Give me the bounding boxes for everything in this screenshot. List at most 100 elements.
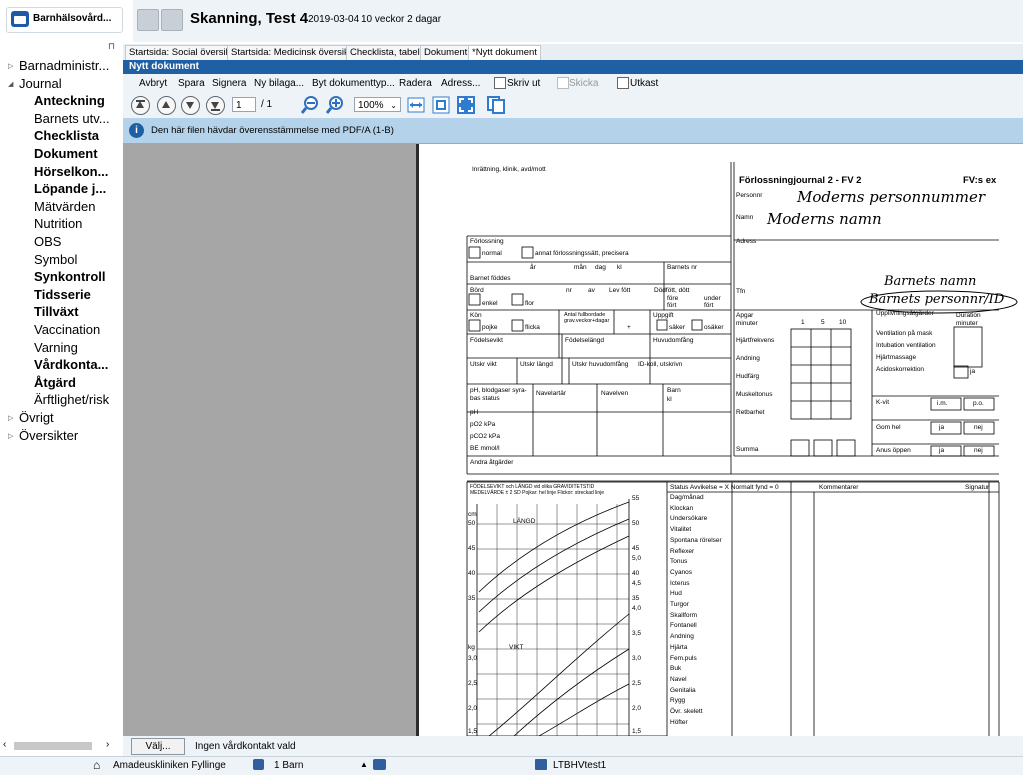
fit-page-icon[interactable]	[432, 96, 450, 114]
sidebar-item[interactable]: Översikter	[19, 428, 78, 443]
doc-label: Gom hel	[876, 424, 901, 431]
scroll-left-icon[interactable]: ‹	[3, 739, 6, 750]
sidebar-item[interactable]: Checklista	[34, 128, 99, 143]
doc-status-signature: Signatur	[965, 484, 990, 491]
doc-status-comments: Kommentarer	[819, 484, 859, 491]
print-checkbox[interactable]	[494, 77, 506, 89]
doc-label: Utskr huvudomfång	[572, 361, 629, 368]
sign-button[interactable]: Signera	[212, 78, 246, 89]
doc-chart-tick: 1,5	[468, 728, 478, 735]
full-screen-icon[interactable]	[457, 96, 475, 114]
sidebar-item[interactable]: Mätvärden	[34, 199, 95, 214]
sidebar-item[interactable]: Journal	[19, 76, 62, 91]
first-page-icon[interactable]	[131, 96, 150, 115]
new-attachment-button[interactable]: Ny bilaga...	[254, 78, 304, 89]
doc-status-item: Tonus	[670, 558, 688, 566]
zoom-out-icon[interactable]	[301, 96, 319, 114]
sidebar-item[interactable]: Hörselkon...	[34, 164, 108, 179]
sidebar-item[interactable]: Övrigt	[19, 410, 54, 425]
doc-label: Antal fullbordade grav.veckor+dagar	[564, 312, 610, 324]
expanded-icon[interactable]: ◢	[8, 80, 13, 88]
address-button[interactable]: Adress...	[441, 78, 480, 89]
clinic-label[interactable]: Amadeuskliniken Fyllinge	[113, 760, 226, 771]
patient-birthdate: 2019-03-04	[308, 14, 360, 25]
chevron-down-icon: ⌄	[390, 101, 397, 110]
sidebar-item[interactable]: Nutrition	[34, 216, 82, 231]
doc-label: Kön	[470, 312, 482, 319]
mask-icon[interactable]	[373, 759, 386, 770]
pin-icon[interactable]: ⊓	[108, 41, 115, 52]
previous-page-icon[interactable]	[157, 96, 176, 115]
doc-label: Utskr längd	[520, 361, 553, 368]
sidebar-item[interactable]: Åtgärd	[34, 375, 76, 390]
scroll-right-icon[interactable]: ›	[106, 739, 109, 750]
sidebar-item[interactable]: Löpande j...	[34, 181, 106, 196]
doc-label: p.o.	[973, 400, 984, 407]
app-menu-button[interactable]: Barnhälsovård...	[6, 7, 123, 33]
tab-checklist-table[interactable]: Checklista, tabell	[346, 45, 426, 61]
doc-chart-tick: 1,5	[632, 728, 642, 735]
doc-label: Duration minuter	[956, 312, 981, 327]
sidebar-scrollbar[interactable]: ‹ ›	[0, 738, 123, 754]
sidebar-item[interactable]: Varning	[34, 340, 78, 355]
doc-label: Dödfött, dött	[654, 287, 690, 294]
doc-chart-label: cm	[468, 511, 477, 518]
tab-social-overview[interactable]: Startsida: Social översikt	[125, 45, 238, 61]
vardkontakt-bar: Välj... Ingen vårdkontakt vald	[123, 736, 1023, 756]
tab-new-document[interactable]: *Nytt dokument	[468, 45, 541, 60]
zoom-in-icon[interactable]	[326, 96, 344, 114]
chevron-up-icon[interactable]: ▲	[360, 760, 368, 769]
sidebar-item[interactable]: Anteckning	[34, 93, 105, 108]
delete-button[interactable]: Radera	[399, 78, 432, 89]
doc-label: ja	[939, 447, 945, 454]
doc-label: Barn	[667, 387, 681, 394]
children-count[interactable]: 1 Barn	[274, 760, 303, 771]
home-icon[interactable]	[137, 9, 159, 31]
zoom-value: 100%	[358, 100, 384, 111]
save-button[interactable]: Spara	[178, 78, 205, 89]
change-doctype-button[interactable]: Byt dokumenttyp...	[312, 78, 395, 89]
scroll-thumb[interactable]	[14, 742, 92, 750]
tab-documents[interactable]: Dokument	[420, 45, 472, 61]
doc-chart-tick: 2,5	[468, 680, 478, 687]
expand-icon[interactable]: ▷	[8, 62, 13, 70]
choose-button[interactable]: Välj...	[131, 738, 185, 755]
sidebar-item[interactable]: Symbol	[34, 252, 77, 267]
upload-icon[interactable]	[161, 9, 183, 31]
doc-institution: Inrättning, klinik, avd/mott	[472, 166, 546, 173]
page-number-input[interactable]: 1	[232, 97, 256, 112]
doc-label: 5	[821, 319, 825, 326]
document-viewer[interactable]: Inrättning, klinik, avd/mott Förlossning…	[123, 143, 1023, 736]
sidebar-item[interactable]: Synkontroll	[34, 269, 106, 284]
sidebar-item[interactable]: Vårdkonta...	[34, 357, 108, 372]
sidebar-item[interactable]: Tidsserie	[34, 287, 91, 302]
doc-label: kl	[617, 264, 622, 271]
person-icon	[253, 759, 264, 770]
doc-code: FV:s ex	[963, 175, 997, 186]
cancel-button[interactable]: Avbryt	[139, 78, 167, 89]
fit-width-icon[interactable]	[407, 96, 425, 114]
sidebar-item[interactable]: Tillväxt	[34, 304, 79, 319]
sidebar-item[interactable]: Barnadministr...	[19, 58, 109, 73]
doc-chart-tick: 45	[632, 545, 640, 552]
last-page-icon[interactable]	[206, 96, 225, 115]
home-icon[interactable]: ⌂	[93, 758, 100, 772]
expand-icon[interactable]: ▷	[8, 432, 13, 440]
copy-pages-icon[interactable]	[487, 96, 505, 114]
draft-label: Utkast	[630, 78, 659, 89]
next-page-icon[interactable]	[181, 96, 200, 115]
zoom-select[interactable]: 100% ⌄	[354, 97, 401, 112]
tab-medical-overview[interactable]: Startsida: Medicinsk översikt	[227, 45, 356, 61]
doc-status-item: Turgor	[670, 601, 689, 608]
sidebar-item[interactable]: Barnets utv...	[34, 111, 110, 126]
sidebar-item[interactable]: OBS	[34, 234, 61, 249]
doc-chart-tick: 50	[632, 520, 640, 527]
sidebar-item[interactable]: Dokument	[34, 146, 98, 161]
doc-label: Summa	[736, 446, 759, 453]
sidebar-item[interactable]: Ärftlighet/risk	[34, 392, 109, 407]
doc-label: ja	[939, 424, 945, 431]
doc-label: 1	[801, 319, 805, 326]
sidebar-item[interactable]: Vaccination	[34, 322, 100, 337]
draft-checkbox[interactable]	[617, 77, 629, 89]
expand-icon[interactable]: ▷	[8, 414, 13, 422]
